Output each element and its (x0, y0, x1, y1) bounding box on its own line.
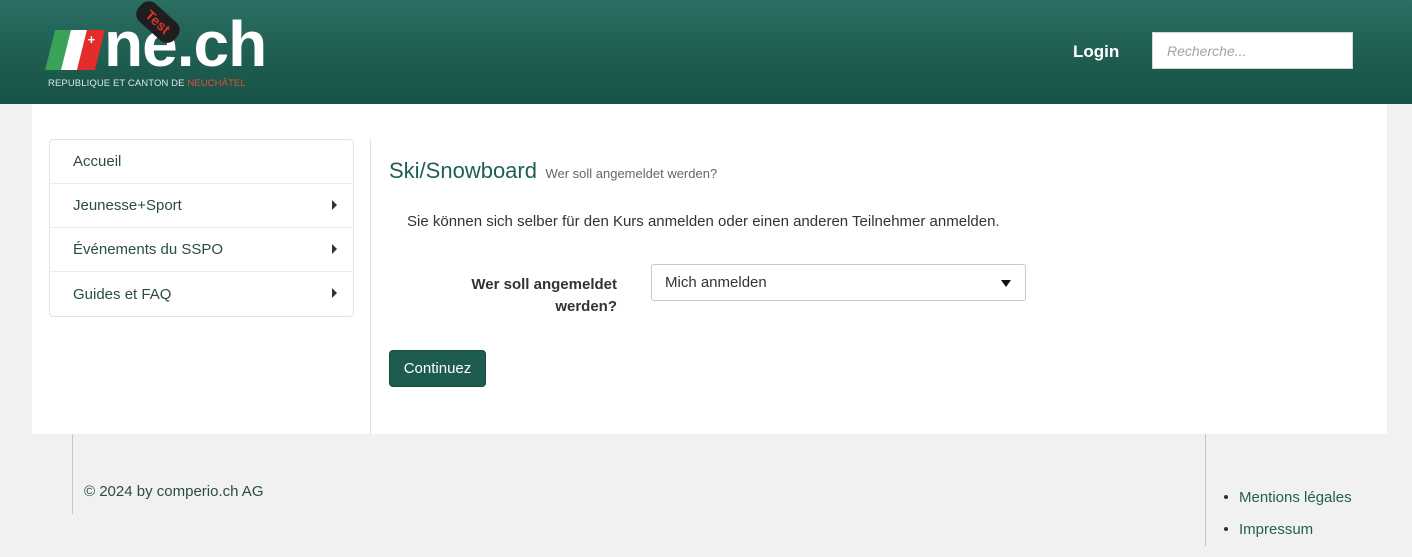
flag-icon: + (45, 30, 105, 70)
select-value: Mich anmelden (665, 274, 767, 291)
logo-text: ne.ch (104, 8, 267, 80)
caret-right-icon (332, 200, 337, 210)
login-link[interactable]: Login (1073, 42, 1119, 62)
footer-link-item: Impressum (1224, 513, 1352, 545)
sidebar-item-label: Guides et FAQ (73, 285, 172, 303)
caret-right-icon (332, 288, 337, 298)
footer-copyright: © 2024 by comperio.ch AG (84, 483, 264, 500)
main-panel: Accueil Jeunesse+Sport Événements du SSP… (32, 104, 1387, 434)
sidebar-item-accueil[interactable]: Accueil (50, 140, 353, 184)
intro-text: Sie können sich selber für den Kurs anme… (407, 213, 1000, 230)
bullet-icon (1224, 527, 1228, 531)
registrant-field-label: Wer soll angemeldet werden? (471, 276, 617, 315)
footer-divider-right (1205, 434, 1206, 546)
caret-right-icon (332, 244, 337, 254)
sidebar-item-jeunesse-sport[interactable]: Jeunesse+Sport (50, 184, 353, 228)
logo-subtitle: REPUBLIQUE ET CANTON DE NEUCHÂTEL (48, 78, 246, 89)
page-subtitle: Wer soll angemeldet werden? (545, 166, 718, 181)
page-title-main: Ski/Snowboard (389, 158, 537, 183)
sidebar-item-label: Événements du SSPO (73, 241, 224, 258)
impressum-link[interactable]: Impressum (1239, 521, 1313, 538)
footer-divider-left (72, 434, 73, 514)
sidebar-item-evenements-sspo[interactable]: Événements du SSPO (50, 228, 353, 272)
footer-link-item: Mentions légales (1224, 481, 1352, 513)
bullet-icon (1224, 495, 1228, 499)
sidebar-nav: Accueil Jeunesse+Sport Événements du SSP… (49, 139, 354, 317)
site-header: + ne.ch Test REPUBLIQUE ET CANTON DE NEU… (0, 0, 1412, 104)
mentions-legales-link[interactable]: Mentions légales (1239, 489, 1352, 506)
sidebar-item-guides-faq[interactable]: Guides et FAQ (50, 272, 353, 316)
sidebar-item-label: Accueil (73, 153, 122, 170)
site-logo[interactable]: + ne.ch Test REPUBLIQUE ET CANTON DE NEU… (45, 0, 288, 92)
sidebar-item-label: Jeunesse+Sport (73, 197, 182, 214)
continue-button[interactable]: Continuez (389, 350, 486, 387)
search-input[interactable] (1152, 32, 1353, 69)
page-title: Ski/Snowboard Wer soll angemeldet werden… (389, 158, 717, 184)
footer-links: Mentions légales Impressum (1224, 481, 1352, 545)
dropdown-arrow-icon (1001, 280, 1011, 287)
content-divider (370, 139, 371, 434)
registrant-select[interactable]: Mich anmelden (651, 264, 1026, 301)
